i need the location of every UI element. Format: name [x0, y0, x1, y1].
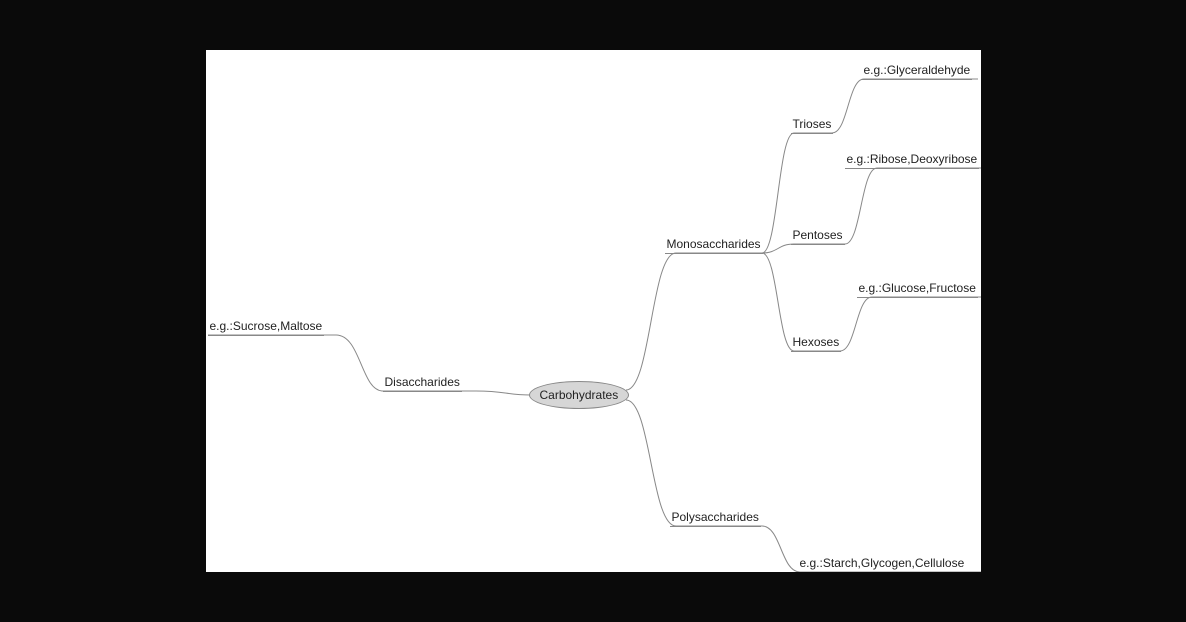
connector-lines — [206, 50, 981, 572]
node-pentoses[interactable]: Pentoses — [791, 228, 845, 245]
node-polysaccharides[interactable]: Polysaccharides — [670, 510, 761, 527]
node-polysaccharides-example[interactable]: e.g.:Starch,Glycogen,Cellulose — [798, 556, 967, 572]
node-disaccharides-example[interactable]: e.g.:Sucrose,Maltose — [208, 319, 325, 336]
root-label: Carbohydrates — [540, 388, 619, 402]
node-label: e.g.:Glyceraldehyde — [864, 63, 971, 77]
node-label: Disaccharides — [385, 375, 460, 389]
node-hexoses-example[interactable]: e.g.:Glucose,Fructose — [857, 281, 978, 298]
node-hexoses[interactable]: Hexoses — [791, 335, 842, 352]
root-node-carbohydrates[interactable]: Carbohydrates — [529, 381, 630, 409]
node-trioses[interactable]: Trioses — [791, 117, 834, 134]
node-trioses-example[interactable]: e.g.:Glyceraldehyde — [862, 63, 973, 80]
node-label: Pentoses — [793, 228, 843, 242]
node-label: Hexoses — [793, 335, 840, 349]
node-label: e.g.:Glucose,Fructose — [859, 281, 976, 295]
mindmap-canvas: Carbohydrates Disaccharides e.g.:Sucrose… — [206, 50, 981, 572]
node-disaccharides[interactable]: Disaccharides — [383, 375, 462, 392]
node-pentoses-example[interactable]: e.g.:Ribose,Deoxyribose — [845, 152, 980, 169]
node-label: Monosaccharides — [667, 237, 761, 251]
node-label: e.g.:Starch,Glycogen,Cellulose — [800, 556, 965, 570]
node-monosaccharides[interactable]: Monosaccharides — [665, 237, 763, 254]
node-label: Trioses — [793, 117, 832, 131]
node-label: e.g.:Ribose,Deoxyribose — [847, 152, 978, 166]
node-label: e.g.:Sucrose,Maltose — [210, 319, 323, 333]
node-label: Polysaccharides — [672, 510, 759, 524]
